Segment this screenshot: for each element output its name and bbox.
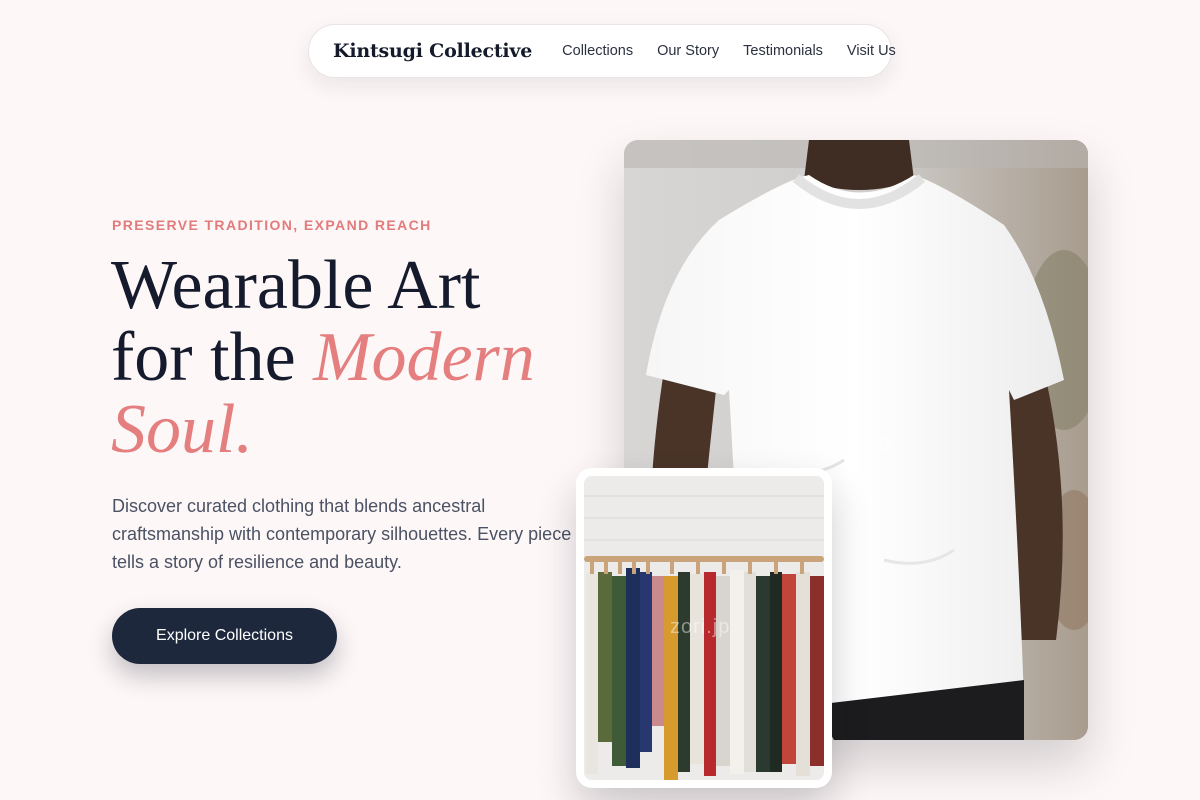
hero-description: Discover curated clothing that blends an… <box>112 496 572 572</box>
nav-link-collections[interactable]: Collections <box>562 43 633 59</box>
nav-link-our-story[interactable]: Our Story <box>657 43 719 59</box>
top-navigation: Kintsugi Collective Collections Our Stor… <box>308 24 896 78</box>
nav-link-visit-us[interactable]: Visit Us <box>847 43 896 59</box>
image-watermark-secondary: zori.jp <box>670 616 731 638</box>
headline-line-2: for the <box>111 319 314 396</box>
hero-eyebrow: PRESERVE TRADITION, EXPAND REACH <box>112 217 432 233</box>
hero-secondary-image-card: zori.jp <box>576 468 832 788</box>
hero-headline: Wearable Art for the Modern Soul. <box>111 250 581 466</box>
headline-accent-soul: Soul. <box>111 391 253 468</box>
nav-link-testimonials[interactable]: Testimonials <box>743 43 823 59</box>
explore-collections-button[interactable]: Explore Collections <box>112 608 337 664</box>
headline-accent-modern: Modern <box>313 319 535 396</box>
brand-logo[interactable]: Kintsugi Collective <box>333 40 532 62</box>
nav-links: Collections Our Story Testimonials Visit… <box>562 43 896 59</box>
image-watermark: zori.jp <box>810 426 892 457</box>
headline-line-1: Wearable Art <box>111 247 481 324</box>
clothes-rack-image: zori.jp <box>584 476 824 780</box>
